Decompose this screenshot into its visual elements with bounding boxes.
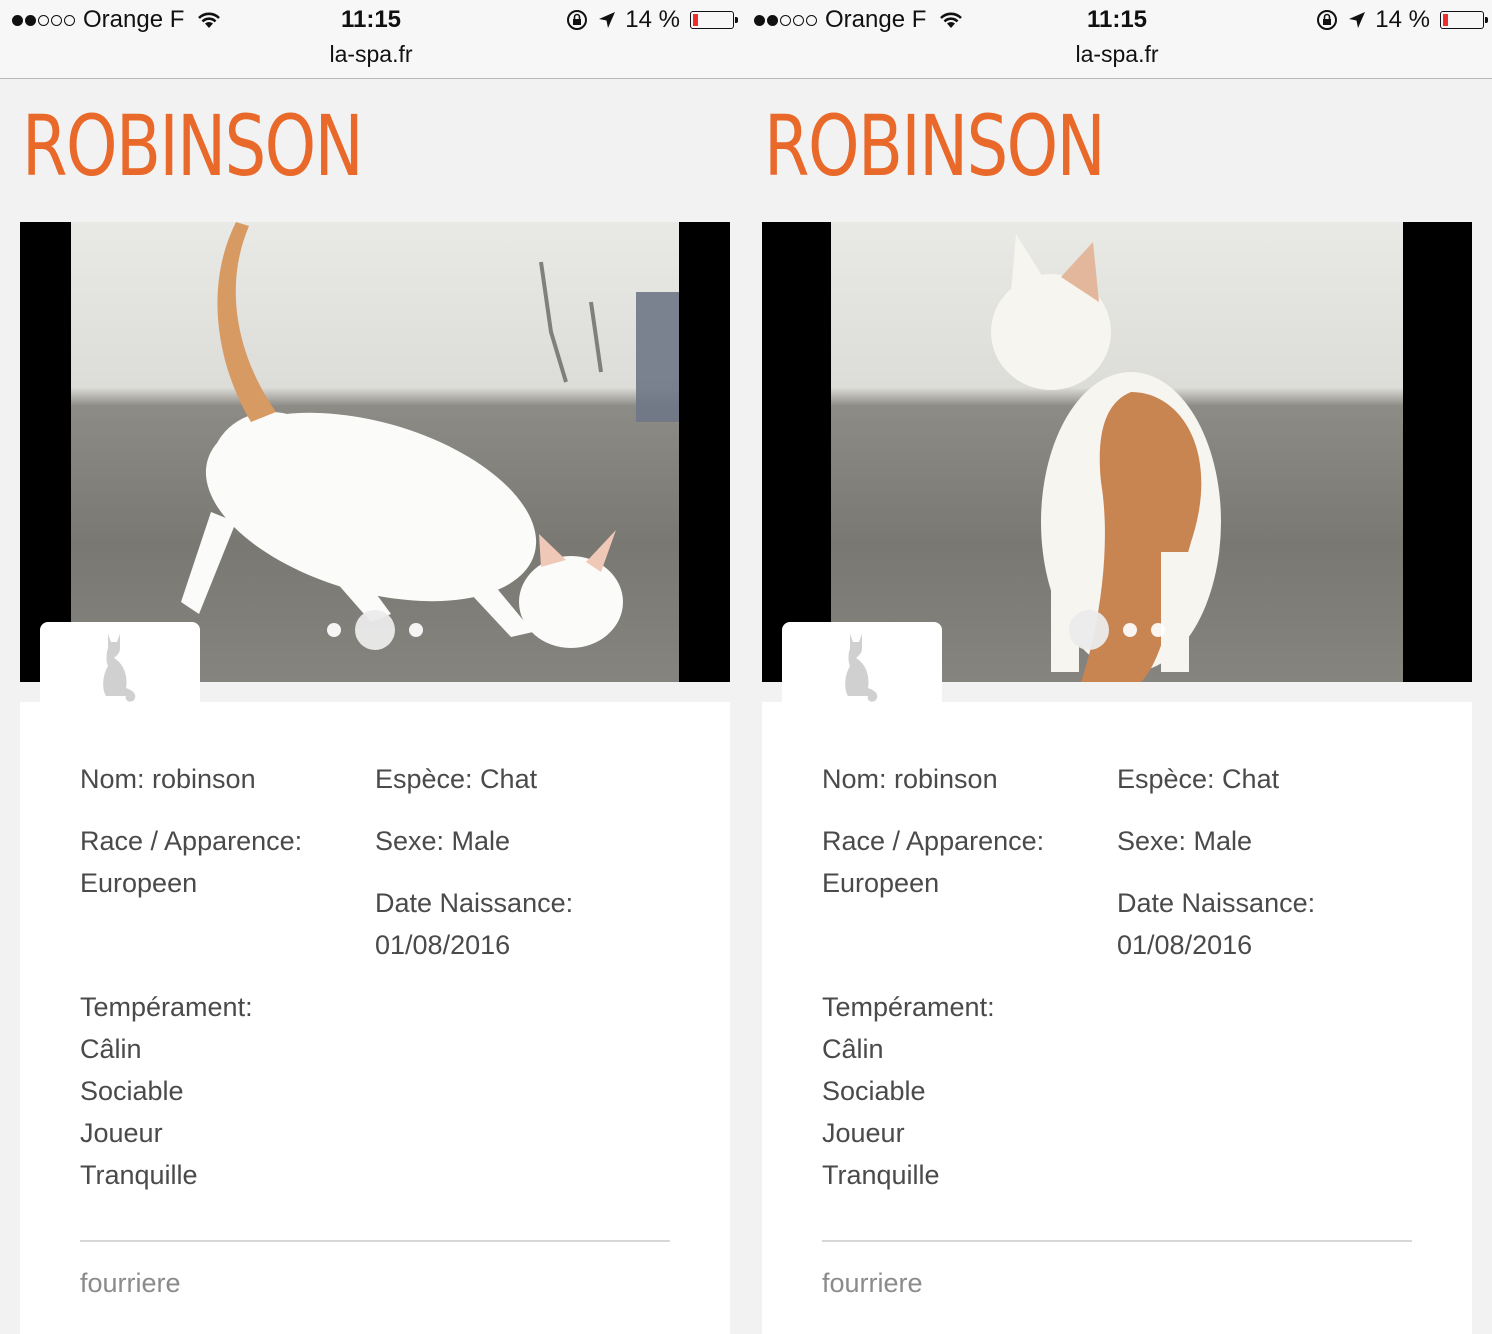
cat-silhouette-icon (103, 634, 136, 702)
rotation-lock-icon (1317, 10, 1338, 30)
field-sexe: Sexe: Male (1117, 826, 1253, 856)
pet-name-title: ROBINSON (764, 97, 1106, 195)
temperament-item: Sociable (80, 1076, 184, 1106)
photo-carousel[interactable] (20, 222, 730, 682)
photo-carousel[interactable] (762, 222, 1472, 682)
location-arrow-icon (599, 12, 616, 28)
cat-silhouette-icon (845, 634, 878, 702)
divider (80, 1240, 670, 1242)
field-race-label: Race / Apparence: (822, 826, 1045, 856)
carousel-dot[interactable] (1123, 623, 1137, 637)
temperament-item: Joueur (822, 1118, 905, 1148)
battery-icon (690, 11, 738, 29)
carousel-dot-active[interactable] (1069, 610, 1109, 650)
field-race-value: Europeen (822, 868, 940, 898)
species-tab (782, 622, 942, 704)
pet-name-title: ROBINSON (22, 97, 364, 195)
status-right: 14 % (565, 6, 738, 34)
pet-info-card: Nom: robinson Espèce: Chat Race / Appare… (762, 702, 1472, 1334)
field-espece: Espèce: Chat (1117, 764, 1280, 794)
field-temperament-label: Tempérament: (822, 992, 995, 1022)
carousel-dot-active[interactable] (355, 610, 395, 650)
carousel-dots (327, 610, 423, 650)
battery-percent: 14 % (1375, 6, 1430, 33)
origin-text: fourriere (80, 1268, 181, 1298)
screenshot-left: Orange F 11:15 la-spa.fr 14 % ROBINSON N… (0, 0, 742, 1334)
rotation-lock-icon (567, 10, 588, 30)
carousel-dots (1069, 610, 1165, 650)
location-arrow-icon (1349, 12, 1366, 28)
field-sexe: Sexe: Male (375, 826, 511, 856)
carousel-dot[interactable] (327, 623, 341, 637)
field-date-value: 01/08/2016 (1117, 930, 1253, 960)
temperament-item: Tranquille (80, 1160, 198, 1190)
carousel-dot[interactable] (1151, 623, 1165, 637)
url-bar[interactable]: la-spa.fr (0, 41, 742, 68)
field-race-label: Race / Apparence: (80, 826, 303, 856)
temperament-item: Câlin (822, 1034, 884, 1064)
temperament-item: Joueur (80, 1118, 163, 1148)
temperament-item: Sociable (822, 1076, 926, 1106)
field-date-label: Date Naissance: (1117, 888, 1316, 918)
url-bar[interactable]: la-spa.fr (742, 41, 1492, 68)
field-espece: Espèce: Chat (375, 764, 538, 794)
pet-info-card: Nom: robinson Espèce: Chat Race / Appare… (20, 702, 730, 1334)
origin-text: fourriere (822, 1268, 923, 1298)
species-tab (40, 622, 200, 704)
status-bar: Orange F 11:15 la-spa.fr 14 % (0, 0, 742, 79)
status-right: 14 % (1315, 6, 1488, 34)
battery-percent: 14 % (625, 6, 680, 33)
field-nom: Nom: robinson (822, 764, 998, 794)
field-nom: Nom: robinson (80, 764, 256, 794)
screenshot-right: Orange F 11:15 la-spa.fr 14 % ROBINSON N… (742, 0, 1492, 1334)
battery-icon (1440, 11, 1488, 29)
field-race-value: Europeen (80, 868, 198, 898)
field-date-label: Date Naissance: (375, 888, 574, 918)
temperament-item: Câlin (80, 1034, 142, 1064)
divider (822, 1240, 1412, 1242)
temperament-item: Tranquille (822, 1160, 940, 1190)
field-date-value: 01/08/2016 (375, 930, 511, 960)
status-bar: Orange F 11:15 la-spa.fr 14 % (742, 0, 1492, 79)
field-temperament-label: Tempérament: (80, 992, 253, 1022)
carousel-dot[interactable] (409, 623, 423, 637)
